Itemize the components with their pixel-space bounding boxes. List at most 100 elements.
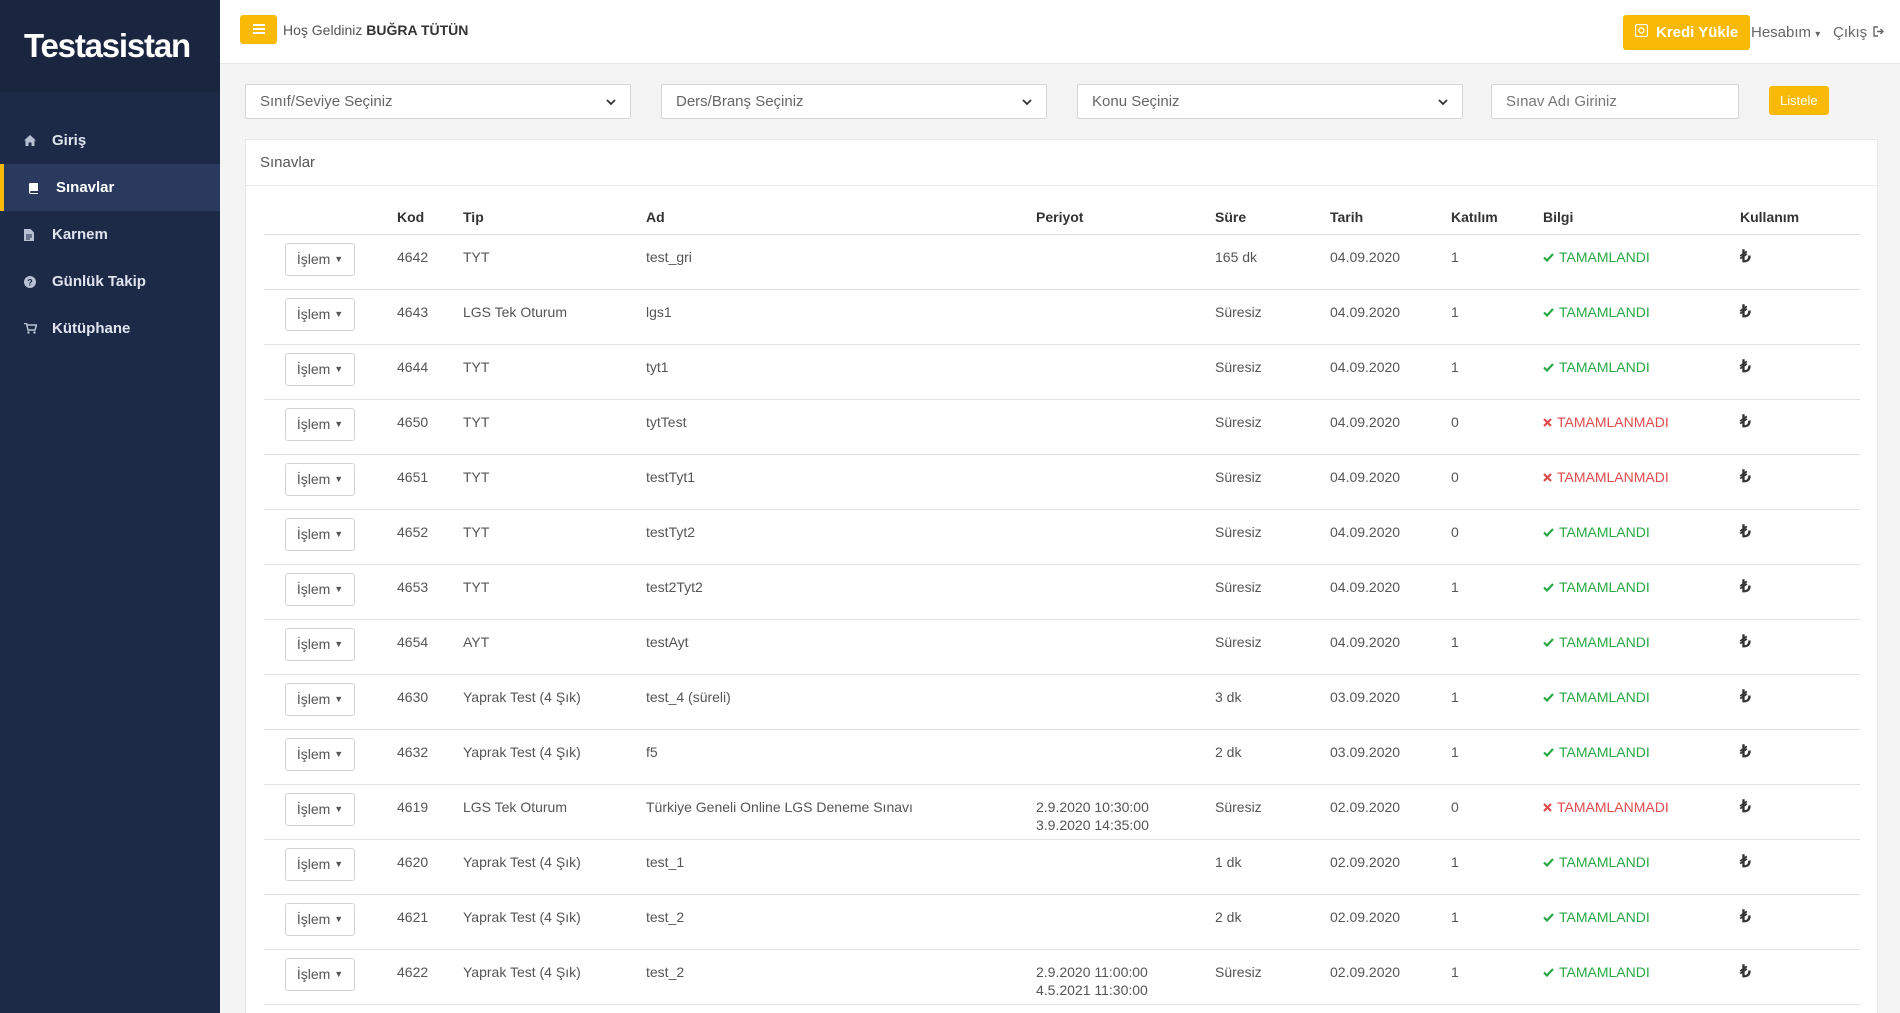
sidebar-item-giris[interactable]: Giriş — [0, 117, 220, 164]
subject-select[interactable]: Ders/Branş Seçiniz — [661, 84, 1047, 119]
caret-down-icon: ▾ — [1815, 29, 1821, 40]
cell-periyot — [1036, 344, 1215, 400]
logout-link[interactable]: Çıkış — [1833, 24, 1885, 41]
list-button[interactable]: Listele — [1769, 86, 1829, 115]
caret-down-icon: ▼ — [334, 254, 344, 264]
action-dropdown-button[interactable]: İşlem ▼ — [285, 957, 355, 991]
lira-icon[interactable]: ₺ — [1740, 687, 1751, 706]
cell-kullanim: ₺ — [1740, 674, 1860, 730]
lira-icon[interactable]: ₺ — [1740, 632, 1751, 651]
table-row: İşlem ▼ 4643 LGS Tek Oturum lgs1 Süresiz 04.09… — [264, 289, 1860, 345]
action-dropdown-button[interactable]: İşlem ▼ — [285, 242, 355, 276]
level-select[interactable]: Sınıf/Seviye Seçiniz — [245, 84, 631, 119]
cell-kullanim: ₺ — [1740, 289, 1860, 345]
sidebar-item-kutuphane[interactable]: Kütüphane — [0, 305, 220, 352]
caret-down-icon: ▼ — [334, 804, 344, 814]
lira-icon[interactable]: ₺ — [1740, 247, 1751, 266]
cell-bilgi: TAMAMLANMADI — [1543, 399, 1740, 455]
home-icon — [24, 135, 52, 146]
action-label: İşlem — [296, 911, 331, 927]
cell-kullanim: ₺ — [1740, 564, 1860, 620]
lira-icon[interactable]: ₺ — [1740, 577, 1751, 596]
action-dropdown-button[interactable]: İşlem ▼ — [285, 627, 355, 661]
status-badge: TAMAMLANDI — [1543, 358, 1650, 376]
action-dropdown-button[interactable]: İşlem ▼ — [285, 462, 355, 496]
sidebar-item-sinavlar[interactable]: Sınavlar — [0, 164, 220, 211]
lira-icon[interactable]: ₺ — [1740, 742, 1751, 761]
lira-icon[interactable]: ₺ — [1740, 467, 1751, 486]
exams-table: Kod Tip Ad Periyot Süre Tarih Katılım Bi… — [264, 200, 1860, 1005]
action-dropdown-button[interactable]: İşlem ▼ — [285, 847, 355, 881]
cell-tip: Yaprak Test (4 Şık) — [463, 674, 646, 730]
lira-icon[interactable]: ₺ — [1740, 797, 1751, 816]
action-dropdown-button[interactable]: İşlem ▼ — [285, 407, 355, 441]
cell-kod: 4654 — [397, 619, 463, 675]
status-badge: TAMAMLANDI — [1543, 523, 1650, 541]
cell-periyot: 2.9.2020 11:00:00 4.5.2021 11:30:00 — [1036, 949, 1215, 1005]
check-icon — [1543, 743, 1554, 761]
credit-load-button[interactable]: Kredi Yükle — [1623, 15, 1751, 50]
action-dropdown-button[interactable]: İşlem ▼ — [285, 352, 355, 386]
action-dropdown-button[interactable]: İşlem ▼ — [285, 792, 355, 826]
topic-select[interactable]: Konu Seçiniz — [1077, 84, 1463, 119]
lira-icon[interactable]: ₺ — [1740, 412, 1751, 431]
action-label: İşlem — [296, 526, 331, 542]
account-menu[interactable]: Hesabım ▾ — [1751, 24, 1820, 41]
action-dropdown-button[interactable]: İşlem ▼ — [285, 517, 355, 551]
cell-katilim: 0 — [1451, 454, 1543, 510]
cell-katilim: 1 — [1451, 234, 1543, 290]
cell-periyot — [1036, 619, 1215, 675]
action-dropdown-button[interactable]: İşlem ▼ — [285, 297, 355, 331]
sign-out-icon — [1873, 24, 1885, 41]
lira-icon[interactable]: ₺ — [1740, 302, 1751, 321]
sidebar-item-gunluk-takip[interactable]: ? Günlük Takip — [0, 258, 220, 305]
cell-katilim: 1 — [1451, 839, 1543, 895]
action-dropdown-button[interactable]: İşlem ▼ — [285, 902, 355, 936]
lira-icon[interactable]: ₺ — [1740, 907, 1751, 926]
exams-panel: Sınavlar Kod Tip Ad Periyot Süre Tarih K… — [245, 139, 1878, 1013]
col-header-ad: Ad — [646, 200, 1036, 235]
brand-logo[interactable]: Testasistan — [0, 0, 220, 92]
table-row: İşlem ▼ 4632 Yaprak Test (4 Şık) f5 2 dk 03.09… — [264, 729, 1860, 785]
action-cell: İşlem ▼ — [264, 399, 397, 455]
action-label: İşlem — [296, 306, 331, 322]
action-dropdown-button[interactable]: İşlem ▼ — [285, 737, 355, 771]
col-header-sure: Süre — [1215, 200, 1330, 235]
action-dropdown-button[interactable]: İşlem ▼ — [285, 682, 355, 716]
cell-kullanim: ₺ — [1740, 784, 1860, 840]
cell-periyot — [1036, 894, 1215, 950]
table-header-row: Kod Tip Ad Periyot Süre Tarih Katılım Bi… — [264, 200, 1860, 235]
table-row: İşlem ▼ 4619 LGS Tek Oturum Türkiye Geneli O… — [264, 784, 1860, 840]
cell-tarih: 04.09.2020 — [1330, 564, 1451, 620]
cell-tip: TYT — [463, 399, 646, 455]
exam-name-input[interactable]: Sınav Adı Giriniz — [1491, 84, 1739, 119]
credit-icon — [1634, 23, 1649, 41]
status-badge: TAMAMLANDI — [1543, 248, 1650, 266]
lira-icon[interactable]: ₺ — [1740, 852, 1751, 871]
cell-tarih: 04.09.2020 — [1330, 289, 1451, 345]
action-label: İşlem — [296, 361, 331, 377]
cell-tarih: 04.09.2020 — [1330, 454, 1451, 510]
col-header-kod: Kod — [397, 200, 463, 235]
table-row: İşlem ▼ 4654 AYT testAyt Süresiz 04.09.2020 1 TA… — [264, 619, 1860, 675]
sidebar-item-karnem[interactable]: Karnem — [0, 211, 220, 258]
svg-text:?: ? — [27, 277, 33, 287]
action-cell: İşlem ▼ — [264, 454, 397, 510]
menu-toggle-button[interactable] — [240, 15, 277, 44]
sidebar: Testasistan Giriş Sınavlar Karnem ? Günl… — [0, 0, 220, 1013]
cell-kod: 4620 — [397, 839, 463, 895]
cell-tip: TYT — [463, 234, 646, 290]
check-icon — [1543, 963, 1554, 981]
cell-ad: tyt1 — [646, 344, 1036, 400]
cell-sure: Süresiz — [1215, 784, 1330, 840]
lira-icon[interactable]: ₺ — [1740, 357, 1751, 376]
table-row: İşlem ▼ 4650 TYT tytTest Süresiz 04.09.2020 0 TA… — [264, 399, 1860, 455]
action-label: İşlem — [296, 801, 331, 817]
action-dropdown-button[interactable]: İşlem ▼ — [285, 572, 355, 606]
cell-bilgi: TAMAMLANDI — [1543, 234, 1740, 290]
lira-icon[interactable]: ₺ — [1740, 522, 1751, 541]
lira-icon[interactable]: ₺ — [1740, 962, 1751, 981]
status-badge: TAMAMLANMADI — [1543, 413, 1669, 431]
caret-down-icon: ▼ — [334, 969, 344, 979]
cell-tip: TYT — [463, 509, 646, 565]
